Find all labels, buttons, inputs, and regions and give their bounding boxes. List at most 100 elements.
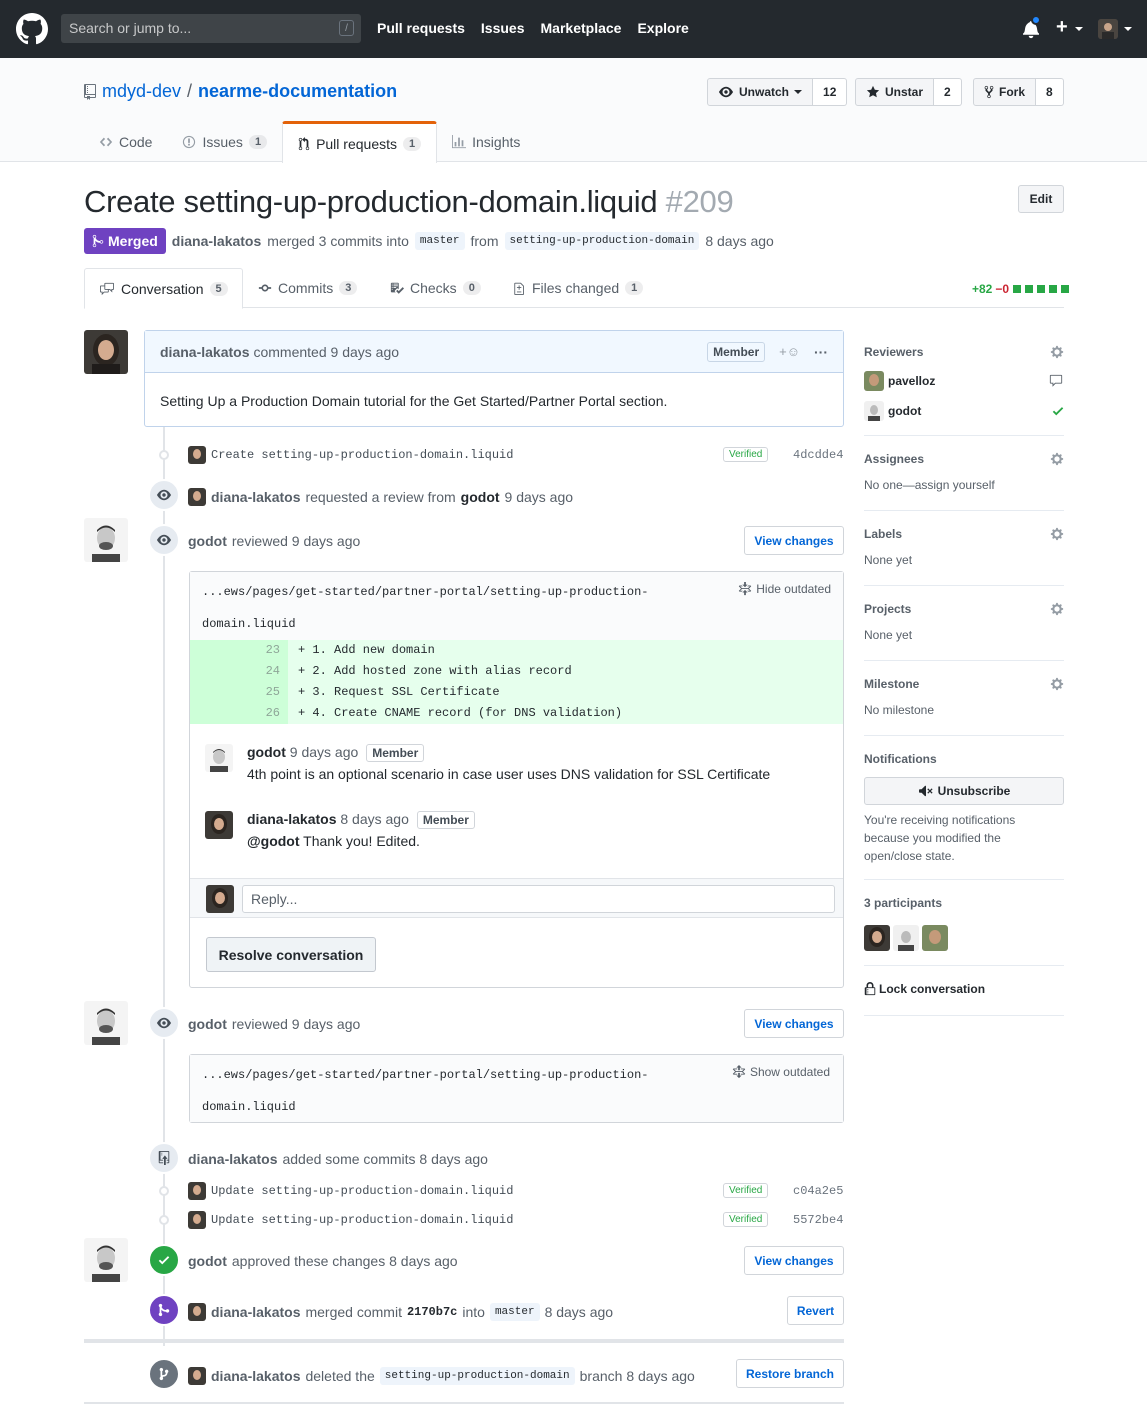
tab-insights[interactable]: Insights (437, 121, 535, 162)
avatar[interactable] (864, 925, 890, 951)
fork-button[interactable]: Fork (973, 78, 1037, 106)
lock-conversation-link[interactable]: Lock conversation (864, 982, 1064, 996)
more-options-icon[interactable]: ··· (814, 344, 828, 360)
verified-badge[interactable]: Verified (723, 1212, 769, 1227)
gear-icon[interactable] (1050, 452, 1064, 466)
verified-badge[interactable]: Verified (723, 447, 769, 462)
commit-sha-link[interactable]: c04a2e5 (793, 1184, 843, 1198)
base-branch[interactable]: master (489, 1303, 540, 1321)
base-branch[interactable]: master (414, 232, 465, 250)
commit-sha-link[interactable]: 5572be4 (793, 1213, 843, 1227)
avatar[interactable] (893, 925, 919, 951)
tab-issues[interactable]: Issues 1 (167, 121, 282, 162)
nav-marketplace[interactable]: Marketplace (541, 20, 622, 36)
show-outdated-toggle[interactable]: Show outdated (732, 1065, 830, 1079)
avatar[interactable] (188, 1182, 206, 1200)
comment-time[interactable]: 9 days ago (290, 744, 359, 760)
repo-owner-link[interactable]: mdyd-dev (102, 81, 181, 102)
unstar-button[interactable]: Unstar (855, 78, 935, 106)
avatar[interactable] (188, 446, 206, 464)
resolve-conversation-button[interactable]: Resolve conversation (206, 937, 376, 972)
search-input[interactable]: Search or jump to... / (61, 14, 361, 43)
forks-count[interactable]: 8 (1036, 78, 1064, 106)
comment-time[interactable]: 8 days ago (340, 811, 409, 827)
avatar[interactable] (188, 1303, 206, 1321)
unwatch-button[interactable]: Unwatch (707, 78, 814, 106)
reviewer-name[interactable]: godot (888, 404, 921, 418)
event-author-link[interactable]: diana-lakatos (188, 1151, 277, 1167)
restore-branch-button[interactable]: Restore branch (736, 1359, 844, 1388)
avatar[interactable] (84, 1001, 128, 1045)
avatar[interactable] (864, 371, 884, 391)
nav-issues[interactable]: Issues (481, 20, 525, 36)
user-avatar[interactable] (1098, 19, 1118, 39)
view-changes-button[interactable]: View changes (744, 1009, 844, 1038)
line-number[interactable]: 26 (190, 703, 288, 724)
comment-author-link[interactable]: godot (247, 744, 286, 760)
mention-link[interactable]: @godot (247, 833, 300, 849)
tab-checks[interactable]: Checks 0 (390, 268, 481, 308)
commit-message-link[interactable]: Update setting-up-production-domain.liqu… (211, 1184, 513, 1198)
view-changes-button[interactable]: View changes (744, 526, 844, 555)
view-changes-button[interactable]: View changes (744, 1246, 844, 1275)
verified-badge[interactable]: Verified (723, 1183, 769, 1198)
avatar[interactable] (188, 488, 206, 506)
commit-sha-link[interactable]: 2170b7c (407, 1305, 457, 1319)
gear-icon[interactable] (1050, 677, 1064, 691)
tab-conversation[interactable]: Conversation 5 (84, 268, 243, 309)
reviewer-link[interactable]: godot (461, 489, 500, 505)
hide-outdated-toggle[interactable]: Hide outdated (738, 582, 831, 596)
stargazers-count[interactable]: 2 (934, 78, 962, 106)
line-number[interactable]: 24 (190, 661, 288, 682)
tab-pull-requests[interactable]: Pull requests 1 (282, 121, 438, 163)
commit-sha-link[interactable]: 4dcdde4 (793, 448, 843, 462)
file-path-link-cont[interactable]: domain.liquid (202, 1099, 831, 1115)
avatar[interactable] (84, 1238, 128, 1282)
add-reaction-icon[interactable]: +☺ (779, 344, 800, 359)
nav-explore[interactable]: Explore (637, 20, 688, 36)
reply-input[interactable]: Reply... (242, 885, 835, 913)
head-branch[interactable]: setting-up-production-domain (504, 232, 700, 250)
event-author-link[interactable]: diana-lakatos (211, 1368, 300, 1384)
gear-icon[interactable] (1050, 345, 1064, 359)
avatar[interactable] (864, 401, 884, 421)
avatar[interactable] (205, 811, 233, 839)
pr-author-link[interactable]: diana-lakatos (172, 233, 261, 249)
commit-message-link[interactable]: Update setting-up-production-domain.liqu… (211, 1213, 513, 1227)
review-time: reviewed 9 days ago (231, 533, 361, 549)
event-author-link[interactable]: diana-lakatos (211, 1304, 300, 1320)
github-logo-icon[interactable] (16, 13, 48, 45)
revert-button[interactable]: Revert (787, 1296, 844, 1325)
tab-files-changed[interactable]: Files changed 1 (514, 268, 644, 308)
reviewer-link[interactable]: godot (188, 1016, 227, 1032)
watchers-count[interactable]: 12 (813, 78, 848, 106)
avatar[interactable] (922, 925, 948, 951)
reviewer-link[interactable]: godot (188, 1253, 227, 1269)
edit-title-button[interactable]: Edit (1018, 185, 1064, 213)
avatar[interactable] (188, 1367, 206, 1385)
assign-yourself-link[interactable]: No one—assign yourself (864, 478, 1064, 492)
avatar[interactable] (84, 518, 128, 562)
nav-pull-requests[interactable]: Pull requests (377, 20, 465, 36)
avatar[interactable] (205, 744, 233, 772)
gear-icon[interactable] (1050, 602, 1064, 616)
repo-name-link[interactable]: nearme-documentation (198, 81, 397, 102)
tab-commits[interactable]: Commits 3 (258, 268, 358, 308)
file-path-link-cont[interactable]: domain.liquid (202, 616, 831, 632)
reviewer-link[interactable]: godot (188, 533, 227, 549)
avatar[interactable] (188, 1211, 206, 1229)
line-number[interactable]: 23 (190, 640, 288, 661)
create-new-icon[interactable]: + (1056, 16, 1068, 39)
comment-author-link[interactable]: diana-lakatos (247, 811, 336, 827)
avatar[interactable] (84, 330, 128, 374)
file-path-link[interactable]: ...ews/pages/get-started/partner-portal/… (202, 584, 831, 600)
comment-author-link[interactable]: diana-lakatos (160, 344, 249, 360)
line-number[interactable]: 25 (190, 682, 288, 703)
commit-message-link[interactable]: Create setting-up-production-domain.liqu… (211, 448, 513, 462)
reviewer-name[interactable]: pavelloz (888, 374, 935, 388)
event-author-link[interactable]: diana-lakatos (211, 489, 300, 505)
tab-code[interactable]: Code (84, 121, 167, 162)
comment-timestamp[interactable]: commented 9 days ago (253, 344, 399, 360)
unsubscribe-button[interactable]: Unsubscribe (864, 777, 1064, 805)
gear-icon[interactable] (1050, 527, 1064, 541)
